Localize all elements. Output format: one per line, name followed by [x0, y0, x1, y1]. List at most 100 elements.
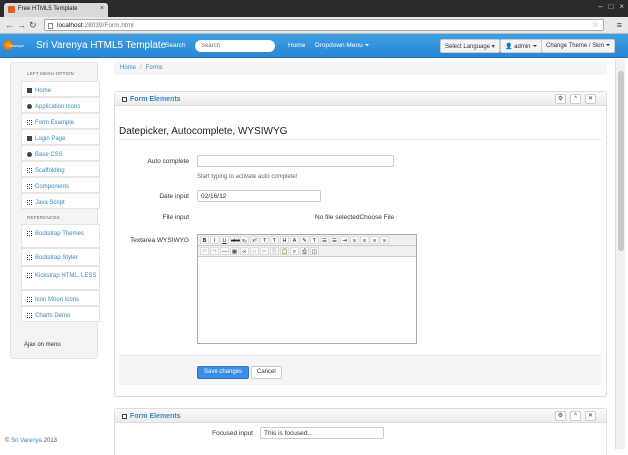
collapse-chevron-up-icon[interactable]: ^: [570, 94, 581, 104]
sidebar-item-base-css[interactable]: Base CSS: [21, 145, 100, 161]
browser-tab[interactable]: Free HTML5 Template ×: [4, 3, 108, 17]
textarea-wysiwyg-label: Textarea WYSIWYG: [130, 237, 189, 244]
image-icon[interactable]: ▦: [230, 247, 239, 255]
sidebar-item-bootstrap-themes[interactable]: Bootstrap Themes: [21, 224, 100, 248]
settings-gear-icon[interactable]: ⚙: [555, 94, 566, 104]
settings-gear-icon[interactable]: ⚙: [555, 411, 566, 421]
print-icon[interactable]: ⎙: [300, 247, 309, 255]
scrollbar-thumb[interactable]: [618, 71, 624, 251]
indent-icon[interactable]: ⇥: [340, 236, 349, 244]
autocomplete-input[interactable]: [197, 155, 394, 167]
horizontal-rule-icon[interactable]: —: [220, 247, 229, 255]
sidebar-item-label: Kickstrap HTML, LESS: [35, 273, 97, 279]
left-sidebar: LEFT MENU OPTION Home Application Icons …: [10, 62, 100, 359]
cancel-button[interactable]: Cancel: [251, 366, 282, 379]
collapse-chevron-up-icon[interactable]: ^: [570, 411, 581, 421]
justify-icon[interactable]: ≡: [380, 236, 389, 244]
file-input[interactable]: No file selectedChoose File: [315, 214, 394, 221]
heading-icon[interactable]: H: [280, 236, 289, 244]
tab-title: Free HTML5 Template: [18, 6, 78, 12]
redo-icon[interactable]: ↷: [210, 247, 219, 255]
grid-icon: [27, 297, 32, 302]
sidebar-item-login-page[interactable]: Login Page: [21, 129, 100, 145]
reload-icon[interactable]: ↻: [29, 20, 37, 30]
file-input-label: File input: [162, 214, 189, 221]
close-icon[interactable]: ✕: [585, 94, 596, 104]
focused-input[interactable]: This is focused...: [260, 427, 384, 439]
undo-icon[interactable]: ↶: [200, 247, 209, 255]
font-family-icon[interactable]: T: [260, 236, 269, 244]
edit-icon: [122, 414, 127, 419]
close-window-icon[interactable]: ×: [619, 2, 624, 11]
paste-icon[interactable]: 📋: [280, 247, 289, 255]
sidebar-item-components[interactable]: Components: [21, 177, 100, 193]
source-icon[interactable]: ◫: [310, 247, 319, 255]
change-theme-button[interactable]: Change Theme / Skin: [541, 39, 615, 53]
date-input[interactable]: 02/16/12: [197, 190, 321, 202]
align-center-icon[interactable]: ≡: [360, 236, 369, 244]
form-elements-box: Form Elements ⚙ ^ ✕ Datepicker, Autocomp…: [114, 91, 607, 397]
footer-author-link[interactable]: Sri Varenya: [11, 438, 42, 444]
breadcrumb-forms[interactable]: Forms: [146, 65, 163, 71]
form-actions: Save changes Cancel: [119, 355, 601, 385]
strikethrough-icon[interactable]: abc: [230, 236, 240, 244]
admin-button[interactable]: 👤 admin: [500, 39, 542, 53]
search-input[interactable]: [195, 40, 275, 52]
save-changes-button[interactable]: Save changes: [197, 366, 250, 379]
editor-content-area[interactable]: [198, 257, 416, 343]
sidebar-item-scaffolding[interactable]: Scaffolding: [21, 161, 100, 177]
underline-icon[interactable]: U: [220, 236, 229, 244]
maximize-icon[interactable]: □: [608, 2, 613, 11]
back-icon[interactable]: ←: [5, 20, 14, 30]
dropdown-menu-link[interactable]: Dropdown Menu: [315, 42, 369, 49]
page-scrollbar[interactable]: [615, 59, 625, 449]
brand-title[interactable]: Sri Varenya HTML5 Template: [36, 40, 166, 51]
align-left-icon[interactable]: ≡: [350, 236, 359, 244]
dropdown-menu-label: Dropdown Menu: [315, 42, 363, 49]
bold-icon[interactable]: B: [200, 236, 209, 244]
sidebar-item-charts-demo[interactable]: Charts Demo: [21, 306, 100, 322]
favicon-icon: [8, 6, 15, 13]
wysiwyg-editor: B I U abc x₂ x² T T H A ✎ T ☰ ☰ ⇥ ≡ ≡ ≡ …: [197, 234, 417, 344]
sidebar-item-label: Home: [35, 88, 52, 94]
url-field[interactable]: localhost:28039/Form.html ☆: [44, 19, 604, 31]
footer: © Sri Varenya 2013: [5, 438, 57, 444]
sidebar-item-home[interactable]: Home: [21, 81, 100, 97]
subscript-icon[interactable]: x₂: [240, 236, 249, 244]
admin-label: admin: [514, 44, 531, 50]
highlight-icon[interactable]: ✎: [300, 236, 309, 244]
sidebar-item-bootstrap-styler[interactable]: Bootstrap Styler: [21, 248, 100, 266]
italic-icon[interactable]: I: [210, 236, 219, 244]
bookmark-star-icon[interactable]: ☆: [592, 20, 599, 29]
minimize-icon[interactable]: –: [598, 2, 602, 11]
clear-format-icon[interactable]: T: [310, 236, 319, 244]
close-tab-icon[interactable]: ×: [100, 5, 104, 12]
unlink-icon[interactable]: ∞: [250, 247, 259, 255]
sidebar-item-label: Bootstrap Themes: [35, 231, 84, 237]
sidebar-item-java-script[interactable]: Java Script: [21, 193, 100, 209]
brand-logo[interactable]: Varenya: [3, 40, 31, 51]
copy-icon[interactable]: ⎘: [270, 247, 279, 255]
nav-home-link[interactable]: Home: [288, 42, 305, 49]
select-language-button[interactable]: Select Language ▾: [440, 39, 500, 53]
select-language-label: Select Language: [445, 44, 491, 50]
browser-menu-icon[interactable]: ≡: [617, 20, 622, 30]
find-icon[interactable]: ⌕: [290, 247, 299, 255]
ajax-on-menu-toggle[interactable]: Ajax on menu: [24, 342, 61, 348]
sidebar-item-kickstrap[interactable]: Kickstrap HTML, LESS: [21, 266, 100, 290]
cut-icon[interactable]: ✂: [260, 247, 269, 255]
link-icon[interactable]: ∞: [240, 247, 249, 255]
numbered-list-icon[interactable]: ☰: [330, 236, 339, 244]
close-icon[interactable]: ✕: [585, 411, 596, 421]
text-color-icon[interactable]: A: [290, 236, 299, 244]
sidebar-item-icon-moon-icons[interactable]: Icon Moon Icons: [21, 290, 100, 306]
user-icon: 👤: [505, 44, 513, 50]
bullet-list-icon[interactable]: ☰: [320, 236, 329, 244]
forward-icon[interactable]: →: [17, 20, 26, 30]
sidebar-item-form-example[interactable]: Form Example: [21, 113, 100, 129]
align-right-icon[interactable]: ≡: [370, 236, 379, 244]
font-size-icon[interactable]: T: [270, 236, 279, 244]
superscript-icon[interactable]: x²: [250, 236, 259, 244]
sidebar-item-application-icons[interactable]: Application Icons: [21, 97, 100, 113]
breadcrumb-home[interactable]: Home: [120, 65, 136, 71]
